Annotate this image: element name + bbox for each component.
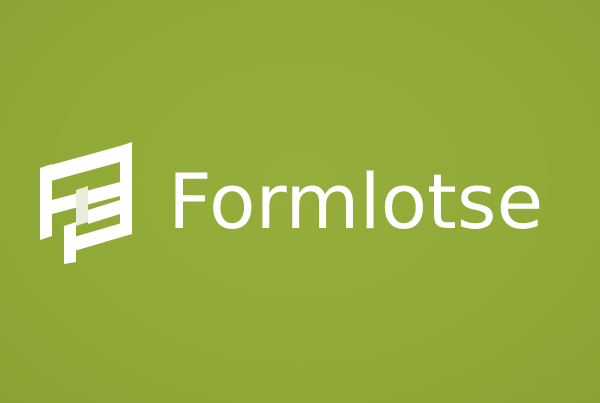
interlocking-f-mark-icon [36, 140, 148, 264]
brand-canvas: Formlotse [0, 0, 600, 403]
brand-wordmark: Formlotse [168, 157, 544, 246]
